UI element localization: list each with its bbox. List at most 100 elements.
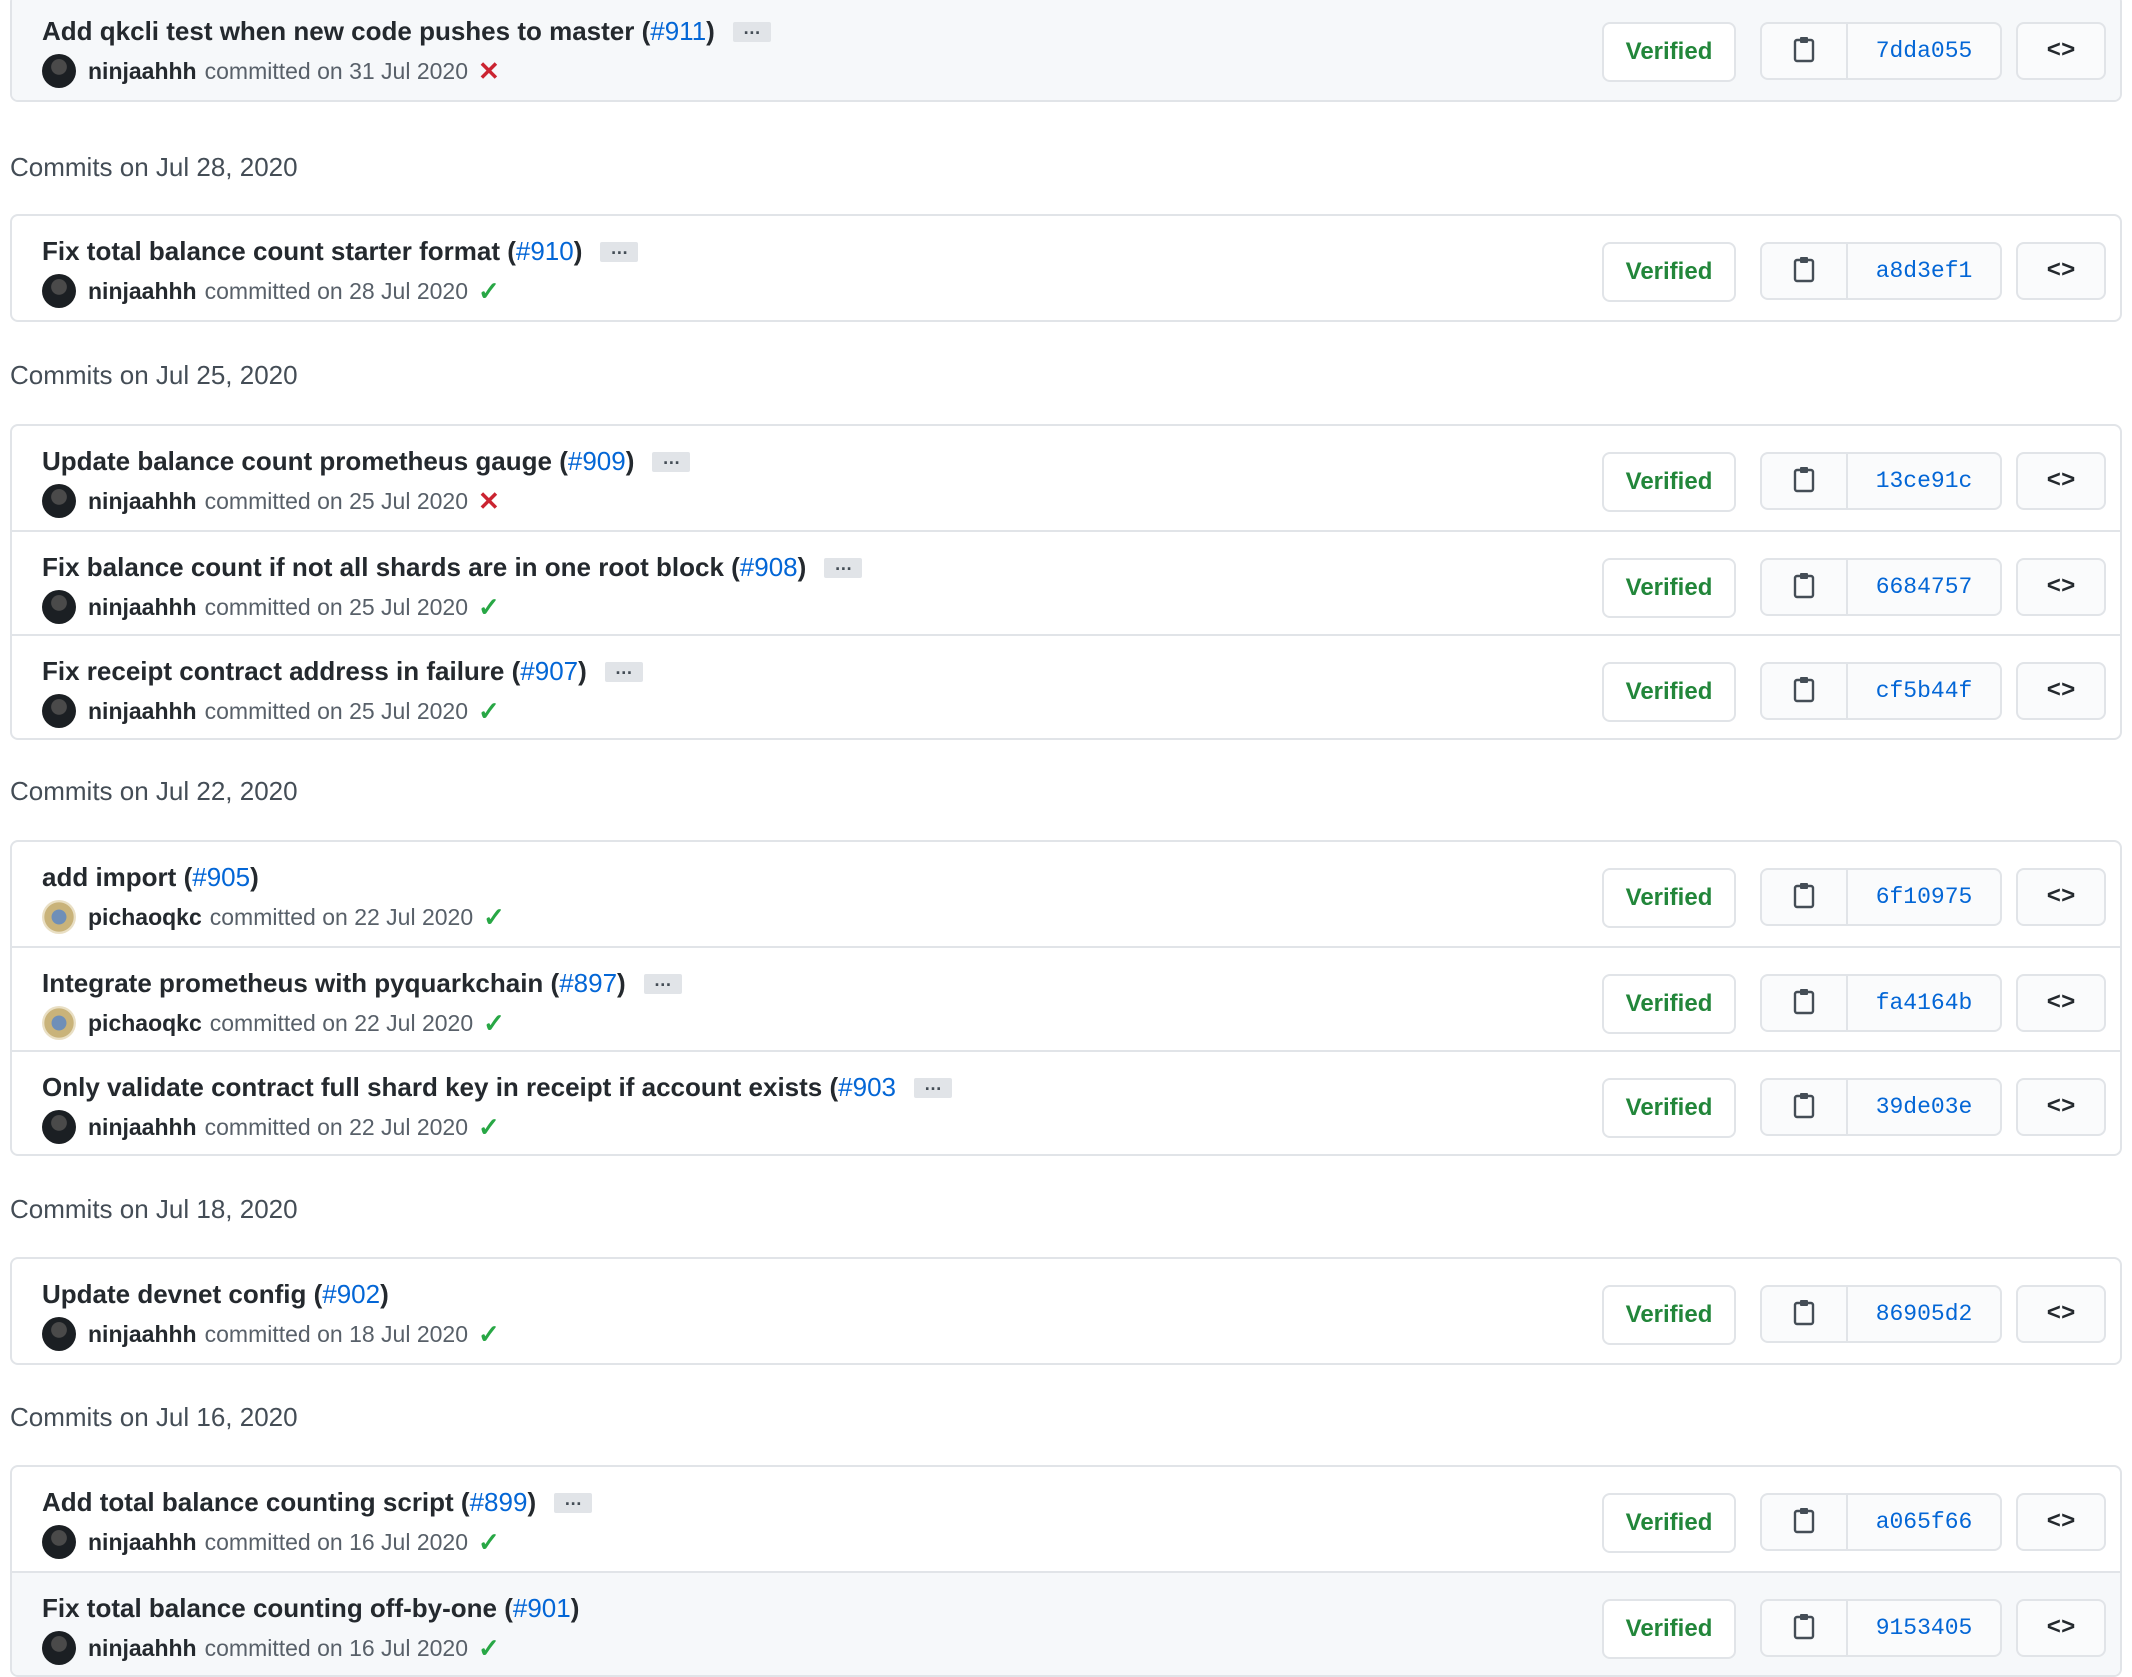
avatar[interactable] — [42, 1317, 76, 1351]
commit-sha-link[interactable]: 13ce91c — [1848, 454, 2000, 508]
expand-description-button[interactable]: … — [643, 971, 682, 994]
check-icon[interactable]: ✓ — [483, 902, 505, 933]
expand-description-button[interactable]: … — [554, 1490, 593, 1513]
avatar[interactable] — [42, 1110, 76, 1144]
verified-badge[interactable]: Verified — [1602, 1493, 1736, 1553]
commit-title-link[interactable]: Fix total balance counting off-by-one — [42, 1593, 497, 1624]
verified-badge[interactable]: Verified — [1602, 662, 1736, 722]
author-link[interactable]: ninjaahhh — [88, 1321, 197, 1348]
avatar[interactable] — [42, 274, 76, 308]
browse-repo-button[interactable]: <> — [2016, 242, 2106, 300]
copy-sha-button[interactable] — [1762, 870, 1848, 924]
verified-badge[interactable]: Verified — [1602, 1078, 1736, 1138]
commit-sha-link[interactable]: 6f10975 — [1848, 870, 2000, 924]
check-icon[interactable]: ✓ — [483, 1008, 505, 1039]
pull-request-link[interactable]: #907 — [520, 656, 578, 687]
copy-sha-button[interactable] — [1762, 664, 1848, 718]
expand-description-button[interactable]: … — [824, 555, 863, 578]
expand-description-button[interactable]: … — [600, 239, 639, 262]
author-link[interactable]: ninjaahhh — [88, 278, 197, 305]
copy-sha-button[interactable] — [1762, 1495, 1848, 1549]
expand-description-button[interactable]: … — [604, 659, 643, 682]
author-link[interactable]: ninjaahhh — [88, 58, 197, 85]
browse-repo-button[interactable]: <> — [2016, 558, 2106, 616]
author-link[interactable]: ninjaahhh — [88, 488, 197, 515]
browse-repo-button[interactable]: <> — [2016, 1599, 2106, 1657]
pull-request-link[interactable]: #903 — [838, 1072, 896, 1103]
pull-request-link[interactable]: #905 — [192, 862, 250, 893]
avatar[interactable] — [42, 1525, 76, 1559]
commit-title-link[interactable]: Fix total balance count starter format — [42, 236, 500, 267]
commit-title-link[interactable]: Fix balance count if not all shards are … — [42, 552, 724, 583]
commit-title-link[interactable]: Only validate contract full shard key in… — [42, 1072, 822, 1103]
verified-badge[interactable]: Verified — [1602, 452, 1736, 512]
copy-sha-button[interactable] — [1762, 560, 1848, 614]
copy-sha-button[interactable] — [1762, 976, 1848, 1030]
browse-repo-button[interactable]: <> — [2016, 1493, 2106, 1551]
check-icon[interactable]: ✓ — [478, 1112, 500, 1143]
check-icon[interactable]: ✓ — [478, 1527, 500, 1558]
commit-sha-link[interactable]: 6684757 — [1848, 560, 2000, 614]
browse-repo-button[interactable]: <> — [2016, 452, 2106, 510]
avatar[interactable] — [42, 590, 76, 624]
expand-description-button[interactable]: … — [652, 449, 691, 472]
browse-repo-button[interactable]: <> — [2016, 1285, 2106, 1343]
expand-description-button[interactable]: … — [914, 1075, 952, 1098]
verified-badge[interactable]: Verified — [1602, 558, 1736, 618]
browse-repo-button[interactable]: <> — [2016, 22, 2106, 80]
check-icon[interactable]: ✓ — [478, 1633, 500, 1664]
avatar[interactable] — [42, 484, 76, 518]
pull-request-link[interactable]: #897 — [559, 968, 617, 999]
author-link[interactable]: pichaoqkc — [88, 904, 202, 931]
commit-sha-link[interactable]: cf5b44f — [1848, 664, 2000, 718]
commit-title-link[interactable]: add import — [42, 862, 176, 893]
copy-sha-button[interactable] — [1762, 1287, 1848, 1341]
commit-sha-link[interactable]: a065f66 — [1848, 1495, 2000, 1549]
commit-title-link[interactable]: Update devnet config — [42, 1279, 306, 1310]
commit-sha-link[interactable]: fa4164b — [1848, 976, 2000, 1030]
author-link[interactable]: ninjaahhh — [88, 1114, 197, 1141]
commit-title-link[interactable]: Add qkcli test when new code pushes to m… — [42, 16, 634, 47]
avatar[interactable] — [42, 694, 76, 728]
verified-badge[interactable]: Verified — [1602, 868, 1736, 928]
verified-badge[interactable]: Verified — [1602, 1599, 1736, 1659]
pull-request-link[interactable]: #911 — [650, 16, 706, 47]
commit-title-link[interactable]: Fix receipt contract address in failure — [42, 656, 504, 687]
copy-sha-button[interactable] — [1762, 1080, 1848, 1134]
pull-request-link[interactable]: #899 — [470, 1487, 528, 1518]
author-link[interactable]: ninjaahhh — [88, 1529, 197, 1556]
commit-title-link[interactable]: Add total balance counting script — [42, 1487, 454, 1518]
commit-title-link[interactable]: Update balance count prometheus gauge — [42, 446, 552, 477]
browse-repo-button[interactable]: <> — [2016, 1078, 2106, 1136]
avatar[interactable] — [42, 54, 76, 88]
pull-request-link[interactable]: #908 — [740, 552, 798, 583]
commit-title-link[interactable]: Integrate prometheus with pyquarkchain — [42, 968, 543, 999]
commit-sha-link[interactable]: 7dda055 — [1848, 24, 2000, 78]
commit-sha-link[interactable]: 9153405 — [1848, 1601, 2000, 1655]
pull-request-link[interactable]: #902 — [322, 1279, 380, 1310]
verified-badge[interactable]: Verified — [1602, 242, 1736, 302]
verified-badge[interactable]: Verified — [1602, 1285, 1736, 1345]
author-link[interactable]: ninjaahhh — [88, 594, 197, 621]
pull-request-link[interactable]: #909 — [568, 446, 626, 477]
verified-badge[interactable]: Verified — [1602, 974, 1736, 1034]
pull-request-link[interactable]: #910 — [516, 236, 574, 267]
pull-request-link[interactable]: #901 — [513, 1593, 571, 1624]
commit-sha-link[interactable]: 39de03e — [1848, 1080, 2000, 1134]
author-link[interactable]: pichaoqkc — [88, 1010, 202, 1037]
verified-badge[interactable]: Verified — [1602, 22, 1736, 82]
check-icon[interactable]: ✓ — [478, 276, 500, 307]
expand-description-button[interactable]: … — [732, 19, 771, 42]
check-icon[interactable]: ✓ — [478, 592, 500, 623]
commit-sha-link[interactable]: a8d3ef1 — [1848, 244, 2000, 298]
avatar[interactable] — [42, 1006, 76, 1040]
author-link[interactable]: ninjaahhh — [88, 698, 197, 725]
x-icon[interactable]: ✕ — [478, 486, 500, 517]
check-icon[interactable]: ✓ — [478, 1319, 500, 1350]
browse-repo-button[interactable]: <> — [2016, 868, 2106, 926]
commit-sha-link[interactable]: 86905d2 — [1848, 1287, 2000, 1341]
avatar[interactable] — [42, 900, 76, 934]
avatar[interactable] — [42, 1631, 76, 1665]
check-icon[interactable]: ✓ — [478, 696, 500, 727]
copy-sha-button[interactable] — [1762, 1601, 1848, 1655]
